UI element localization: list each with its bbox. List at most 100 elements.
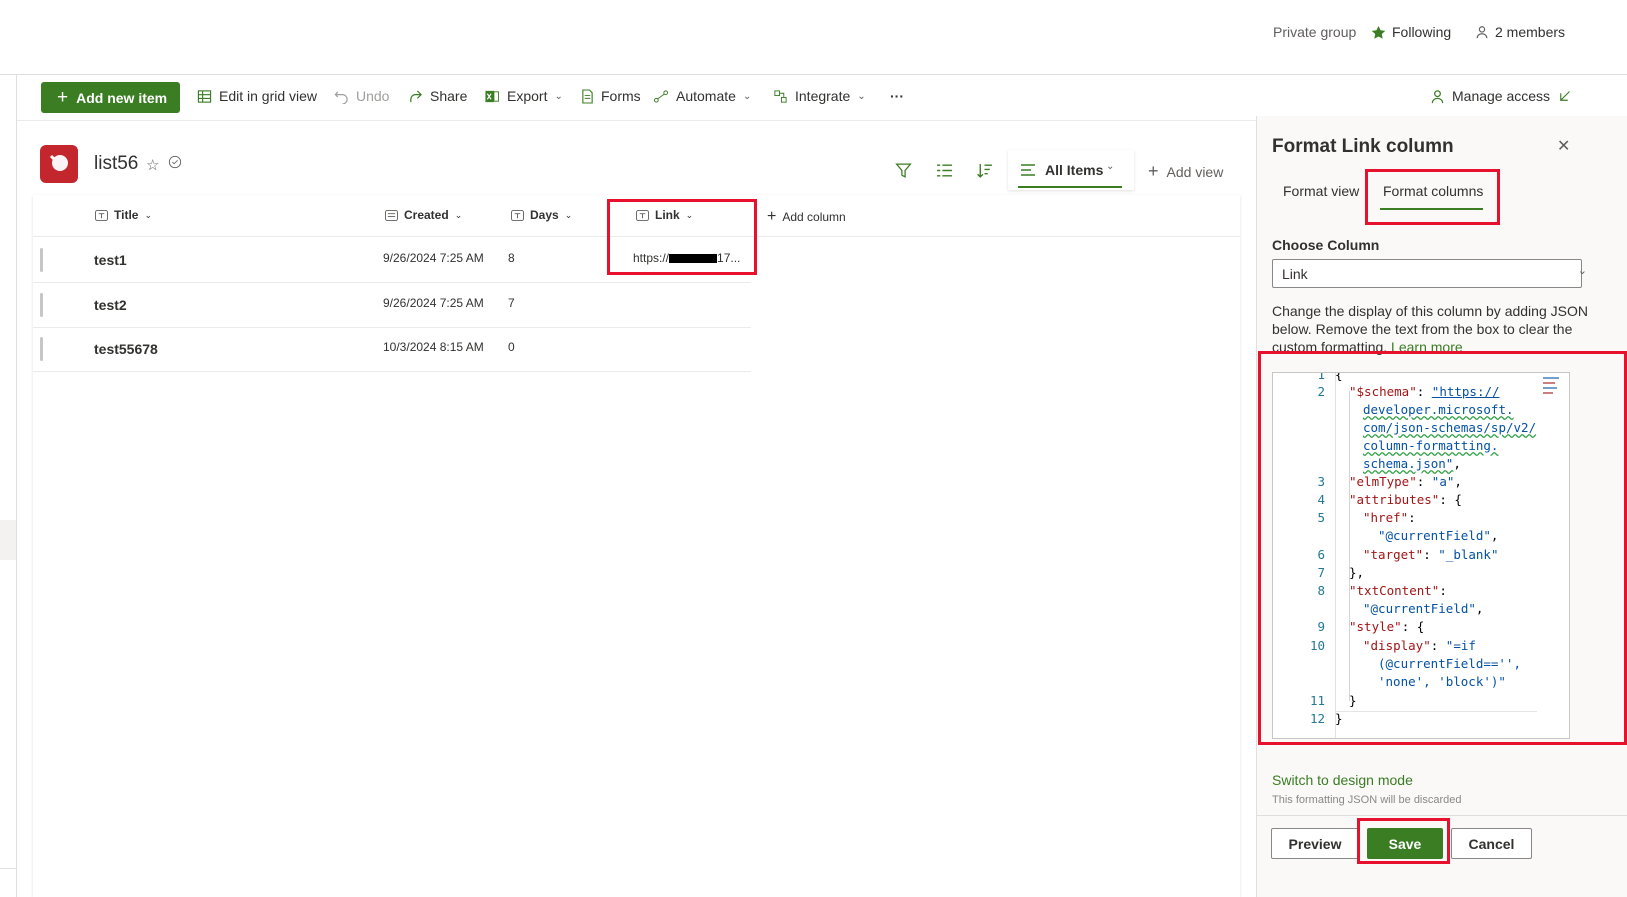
help-line-1: Change the display of this column by add… — [1272, 303, 1588, 319]
column-header-days[interactable]: Days ⌄ — [511, 208, 572, 222]
calendar-icon — [385, 209, 398, 221]
person-icon — [1431, 89, 1444, 103]
sort-icon[interactable] — [976, 162, 993, 184]
left-rail-divider — [0, 868, 16, 869]
arrow-icon — [1560, 91, 1570, 101]
tab-format-view[interactable]: Format view — [1283, 183, 1359, 199]
automate-label: Automate — [676, 88, 736, 104]
more-label: ··· — [890, 88, 904, 104]
members-button[interactable]: 2 members — [1475, 24, 1565, 40]
chevron-down-icon: ⌄ — [554, 90, 563, 102]
choose-column-value: Link — [1282, 266, 1308, 282]
undo-label: Undo — [356, 88, 390, 104]
chevron-down-icon: ⌄ — [857, 90, 866, 102]
star-filled-icon — [1371, 25, 1386, 39]
add-view-label: Add view — [1166, 163, 1224, 180]
row-days: 0 — [508, 340, 515, 354]
filter-icon[interactable] — [895, 162, 912, 184]
share-button[interactable]: Share — [408, 88, 467, 104]
column-header-title[interactable]: Title ⌄ — [95, 208, 152, 222]
view-name: All Items — [1045, 162, 1104, 178]
row-title[interactable]: test2 — [94, 297, 127, 313]
panel-title: Format Link column — [1272, 136, 1454, 157]
add-new-item-button[interactable]: + Add new item — [41, 82, 180, 113]
plus-icon: + — [1148, 161, 1159, 181]
verified-icon — [168, 155, 182, 174]
row-selector[interactable] — [40, 248, 43, 272]
choose-column-label: Choose Column — [1272, 237, 1380, 253]
automate-button[interactable]: Automate ⌄ — [653, 88, 751, 104]
undo-button[interactable]: Undo — [334, 88, 389, 104]
chevron-down-icon: ⌄ — [564, 209, 573, 220]
column-title-label: Title — [114, 208, 139, 222]
preview-button[interactable]: Preview — [1271, 828, 1359, 859]
expand-button[interactable] — [1559, 88, 1573, 102]
forms-label: Forms — [601, 88, 641, 104]
column-created-label: Created — [404, 208, 449, 222]
row-selector[interactable] — [40, 337, 43, 361]
help-text: Change the display of this column by add… — [1272, 302, 1588, 356]
members-label: 2 members — [1495, 24, 1566, 40]
more-button[interactable]: ··· — [890, 88, 904, 104]
chevron-down-icon: ⌄ — [1106, 161, 1115, 172]
cancel-button[interactable]: Cancel — [1451, 828, 1532, 859]
add-column-button[interactable]: + Add column — [767, 208, 846, 226]
edit-grid-label: Edit in grid view — [219, 88, 318, 104]
row-days: 7 — [508, 296, 515, 310]
manage-access-label: Manage access — [1452, 88, 1551, 104]
integrate-icon — [774, 89, 787, 103]
table-row[interactable]: test55678 10/3/2024 8:15 AM 0 — [33, 327, 751, 372]
row-created: 9/26/2024 7:25 AM — [383, 251, 484, 265]
table-row[interactable]: test2 9/26/2024 7:25 AM 7 — [33, 283, 751, 328]
add-column-label: Add column — [782, 210, 846, 224]
row-selector[interactable] — [40, 293, 43, 317]
discard-note: This formatting JSON will be discarded — [1272, 794, 1462, 806]
left-rail-selected — [0, 520, 16, 560]
integrate-button[interactable]: Integrate ⌄ — [773, 88, 866, 104]
view-selector[interactable]: All Items ⌄ — [1008, 150, 1134, 190]
favorite-star-icon[interactable]: ☆ — [146, 156, 159, 174]
cancel-label: Cancel — [1468, 835, 1515, 852]
row-created: 9/26/2024 7:25 AM — [383, 296, 484, 310]
choose-column-dropdown[interactable]: Link ⌄ — [1272, 259, 1587, 288]
left-rail — [0, 75, 17, 897]
group-by-icon[interactable] — [936, 162, 953, 184]
edit-grid-button[interactable]: Edit in grid view — [197, 88, 317, 104]
export-label: Export — [507, 88, 548, 104]
privacy-text: Private group — [1273, 24, 1357, 40]
share-icon — [410, 89, 422, 102]
export-button[interactable]: Export ⌄ — [484, 88, 563, 104]
automate-icon — [653, 89, 669, 103]
manage-access-button[interactable]: Manage access — [1430, 88, 1550, 104]
following-button[interactable]: Following — [1371, 24, 1451, 40]
chevron-down-icon: ⌄ — [742, 90, 752, 102]
share-label: Share — [430, 88, 468, 104]
grid-icon — [197, 89, 212, 103]
row-title[interactable]: test1 — [94, 252, 127, 268]
plus-icon: + — [767, 208, 777, 225]
integrate-label: Integrate — [795, 88, 851, 104]
column-header-created[interactable]: Created ⌄ — [385, 208, 462, 222]
chevron-down-icon: ⌄ — [454, 209, 463, 220]
row-title[interactable]: test55678 — [94, 341, 158, 357]
list-logo-icon — [49, 154, 68, 171]
view-underline — [1018, 186, 1122, 188]
list-title: list56 — [94, 153, 138, 175]
format-columns-highlight — [1365, 169, 1500, 225]
site-header: Private group Following 2 members — [0, 0, 1627, 75]
undo-icon — [334, 90, 348, 104]
help-line-2: below. Remove the text from the box to c… — [1272, 321, 1573, 337]
switch-design-link[interactable]: Switch to design mode — [1272, 772, 1413, 788]
column-days-label: Days — [530, 208, 559, 222]
close-icon[interactable]: ✕ — [1557, 136, 1570, 156]
excel-icon — [485, 90, 500, 102]
command-bar: + Add new item Edit in grid view Undo Sh… — [17, 75, 1627, 121]
row-days: 8 — [508, 251, 515, 265]
json-editor-highlight — [1258, 351, 1627, 745]
privacy-label: Private group — [1273, 24, 1356, 40]
forms-button[interactable]: Forms — [581, 88, 641, 104]
save-button-highlight — [1357, 818, 1450, 864]
add-view-button[interactable]: + Add view — [1148, 161, 1223, 182]
text-column-icon — [511, 209, 524, 221]
footer-divider — [1257, 815, 1627, 816]
